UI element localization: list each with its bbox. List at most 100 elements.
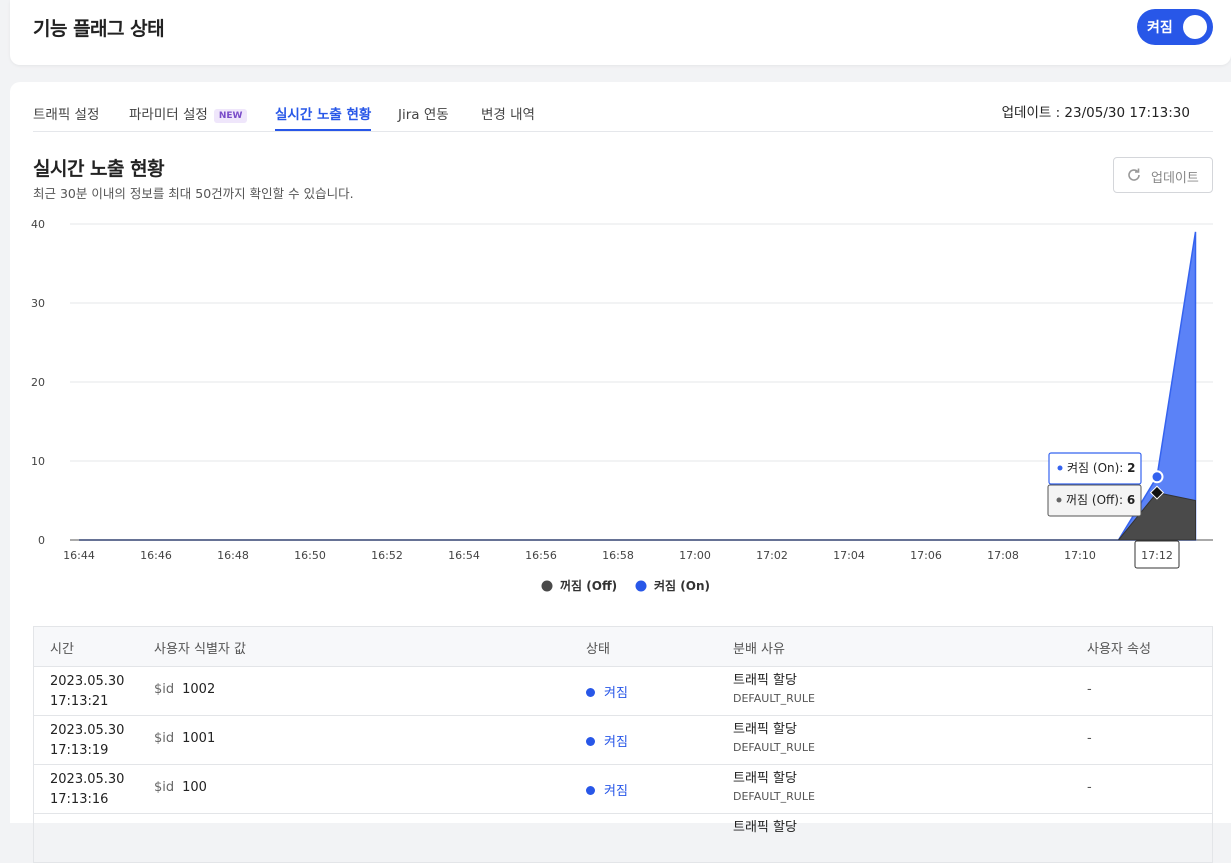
reason-label: 트래픽 할당 <box>733 673 797 688</box>
x-tick-label: 16:46 <box>140 549 172 562</box>
cell-reason: 트래픽 할당 <box>733 819 797 837</box>
y-tick-label: 40 <box>31 218 45 231</box>
section-description: 최근 30분 이내의 정보를 최대 50건까지 확인할 수 있습니다. <box>33 186 354 201</box>
cell-clock: 17:13:19 <box>50 743 109 758</box>
x-tick-label: 17:06 <box>910 549 942 562</box>
table-row[interactable]: 2023.05.30 17:13:16 $id 100 켜짐 트래픽 할당 DEFAULT_… <box>34 765 1212 814</box>
cell-state: 켜짐 <box>586 682 628 701</box>
exposure-table: 시간 사용자 식별자 값 상태 분배 사유 사용자 속성 2023.05.30 1… <box>33 626 1213 863</box>
table-row[interactable]: 2023.05.30 17:13:19 $id 1001 켜짐 트래픽 할당 DEFAULT… <box>34 716 1212 765</box>
table-header: 시간 사용자 식별자 값 상태 분배 사유 사용자 속성 <box>34 627 1212 667</box>
cell-state: 켜짐 <box>586 780 628 799</box>
y-tick-label: 30 <box>31 297 45 310</box>
tab-label: 트래픽 설정 <box>33 107 100 123</box>
cell-user-id: $id 100 <box>154 780 207 795</box>
tab-label: Jira 연동 <box>398 107 449 123</box>
flag-toggle[interactable]: 켜짐 <box>1137 9 1213 45</box>
cell-user-id: $id 1002 <box>154 682 215 697</box>
id-value: 1002 <box>182 682 216 697</box>
status-dot-icon <box>586 786 595 795</box>
tab-label: 변경 내역 <box>481 107 535 123</box>
tooltip-on-text: 켜짐 (On): 2 <box>1067 461 1136 475</box>
series-off-area <box>79 492 1196 541</box>
cell-time: 2023.05.30 17:13:16 <box>50 770 124 810</box>
col-time: 시간 <box>50 642 74 657</box>
state-label: 켜짐 <box>604 686 628 701</box>
tab-parameter-settings[interactable]: 파라미터 설정 NEW <box>129 103 248 123</box>
cell-reason: 트래픽 할당 DEFAULT_RULE <box>733 721 815 757</box>
cell-date: 2023.05.30 <box>50 772 125 787</box>
section-title: 실시간 노출 현황 <box>33 158 165 180</box>
toggle-label: 켜짐 <box>1147 20 1173 36</box>
main-panel: 트래픽 설정 파라미터 설정 NEW 실시간 노출 현황 Jira 연동 변경 내… <box>10 82 1231 863</box>
cell-date: 2023.05.30 <box>50 674 125 689</box>
series-on-area <box>79 231 1197 541</box>
refresh-label: 업데이트 <box>1151 171 1199 186</box>
refresh-button[interactable]: 업데이트 <box>1113 157 1213 193</box>
x-tick-label: 17:02 <box>756 549 788 562</box>
tooltip-on-dot-icon <box>1057 465 1063 471</box>
exposure-chart[interactable]: 0 10 20 30 40 16:44 16:46 16:48 16:50 16:52 16:54 1… <box>10 212 1231 612</box>
reason-code: DEFAULT_RULE <box>733 790 815 803</box>
x-tick-label: 16:48 <box>217 549 249 562</box>
reason-code: DEFAULT_RULE <box>733 741 815 754</box>
x-tick-label: 16:58 <box>602 549 634 562</box>
cell-reason: 트래픽 할당 DEFAULT_RULE <box>733 770 815 806</box>
cell-state: 켜짐 <box>586 731 628 750</box>
id-key: $id <box>154 682 175 697</box>
y-tick-label: 10 <box>31 455 45 468</box>
cell-date: 2023.05.30 <box>50 723 125 738</box>
tab-realtime-exposure[interactable]: 실시간 노출 현황 <box>275 103 372 131</box>
reason-code: DEFAULT_RULE <box>733 692 815 705</box>
x-tick-label: 16:54 <box>448 549 480 562</box>
x-tick-label: 17:10 <box>1064 549 1096 562</box>
x-tick-label: 17:08 <box>987 549 1019 562</box>
x-tick-label: 16:50 <box>294 549 326 562</box>
toggle-knob <box>1183 15 1207 39</box>
table-body: 2023.05.30 17:13:21 $id 1002 켜짐 트래픽 할당 DEFAULT… <box>34 667 1212 863</box>
y-tick-label: 0 <box>38 534 45 547</box>
id-value: 1001 <box>182 731 216 746</box>
cell-user-attr: - <box>1087 731 1092 746</box>
legend-on-swatch <box>635 580 647 592</box>
col-user-attr: 사용자 속성 <box>1087 642 1151 657</box>
table-row[interactable]: 트래픽 할당 <box>34 814 1212 863</box>
id-key: $id <box>154 731 175 746</box>
x-tick-label: 16:44 <box>63 549 95 562</box>
legend-off-swatch <box>541 580 553 592</box>
page-title: 기능 플래그 상태 <box>33 18 165 40</box>
x-tick-label: 17:00 <box>679 549 711 562</box>
x-tick-label: 17:04 <box>833 549 865 562</box>
y-tick-label: 20 <box>31 376 45 389</box>
cell-clock: 17:13:16 <box>50 792 109 807</box>
tab-label: 실시간 노출 현황 <box>275 107 372 123</box>
reason-label: 트래픽 할당 <box>733 722 797 737</box>
legend-on-label: 켜짐 (On) <box>654 578 710 593</box>
id-value: 100 <box>182 780 207 795</box>
x-tick-label: 16:52 <box>371 549 403 562</box>
x-crosshair-label: 17:12 <box>1141 549 1173 562</box>
tab-jira[interactable]: Jira 연동 <box>398 103 449 123</box>
tab-label: 파라미터 설정 <box>129 107 208 123</box>
col-user-id: 사용자 식별자 값 <box>154 642 246 657</box>
refresh-icon <box>1128 168 1140 181</box>
state-label: 켜짐 <box>604 784 628 799</box>
tab-traffic-settings[interactable]: 트래픽 설정 <box>33 103 99 123</box>
cell-time: 2023.05.30 17:13:19 <box>50 721 124 761</box>
last-updated: 업데이트 : 23/05/30 17:13:30 <box>1001 105 1190 121</box>
cell-user-attr: - <box>1087 780 1092 795</box>
cell-user-id: $id 1001 <box>154 731 215 746</box>
tooltip-off-dot-icon <box>1056 497 1062 503</box>
reason-label: 트래픽 할당 <box>733 820 797 835</box>
reason-label: 트래픽 할당 <box>733 771 797 786</box>
tooltip-off-text: 꺼짐 (Off): 6 <box>1066 493 1135 507</box>
tab-bar: 트래픽 설정 파라미터 설정 NEW 실시간 노출 현황 Jira 연동 변경 내… <box>33 82 1213 132</box>
id-key: $id <box>154 780 175 795</box>
cell-reason: 트래픽 할당 DEFAULT_RULE <box>733 672 815 708</box>
cell-clock: 17:13:21 <box>50 694 109 709</box>
cell-user-id <box>154 829 162 844</box>
table-row[interactable]: 2023.05.30 17:13:21 $id 1002 켜짐 트래픽 할당 DEFAULT… <box>34 667 1212 716</box>
x-tick-label: 16:56 <box>525 549 557 562</box>
status-dot-icon <box>586 688 595 697</box>
tab-change-history[interactable]: 변경 내역 <box>481 103 535 123</box>
